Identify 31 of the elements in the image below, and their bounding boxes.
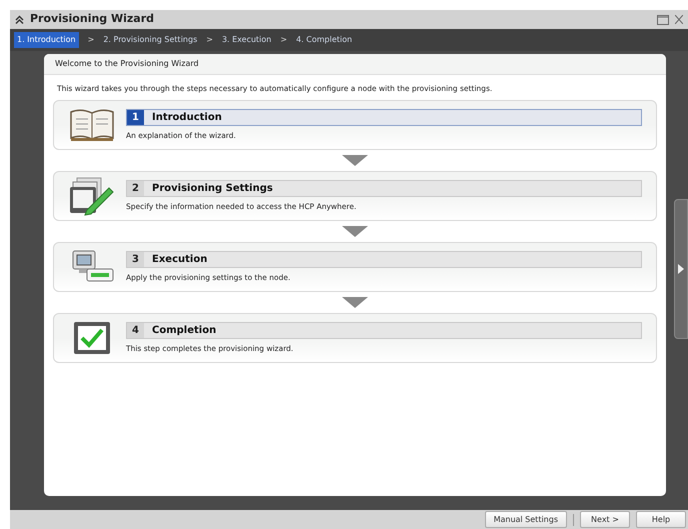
step-number: 2 — [127, 181, 144, 196]
book-icon — [69, 108, 115, 142]
step-number: 3 — [127, 252, 144, 268]
down-arrow-icon — [342, 226, 368, 238]
breadcrumb-step[interactable]: 2. Provisioning Settings — [103, 32, 198, 48]
window-title: Provisioning Wizard — [30, 11, 154, 28]
step-title: Introduction — [152, 111, 222, 126]
step-title: Provisioning Settings — [152, 182, 273, 196]
footer-button[interactable]: Manual Settings — [484, 511, 567, 528]
document-pencil-icon — [69, 176, 115, 216]
down-arrow-icon — [342, 297, 368, 308]
separator: > — [206, 34, 213, 46]
expand-icon — [678, 264, 684, 274]
down-arrow-icon — [342, 155, 368, 166]
maximize-icon[interactable] — [657, 14, 669, 24]
footer-button[interactable]: Next > — [580, 511, 630, 528]
breadcrumb-step[interactable]: 1. Introduction — [14, 32, 79, 48]
separator: > — [280, 34, 288, 46]
close-icon[interactable] — [675, 15, 683, 24]
step-title: Completion — [152, 324, 216, 338]
footer-button[interactable]: Help — [636, 511, 686, 528]
breadcrumb-step[interactable]: 3. Execution — [222, 32, 272, 48]
step-number: 1 — [127, 110, 144, 126]
side-panel-handle[interactable] — [674, 199, 688, 339]
collapse-icon[interactable] — [15, 15, 24, 24]
step-title: Execution — [152, 253, 208, 268]
breadcrumb-step[interactable]: 4. Completion — [296, 32, 352, 48]
separator: > — [88, 34, 94, 46]
checkbox-icon — [72, 320, 112, 356]
panel-title: Welcome to the Provisioning Wizard — [55, 58, 199, 70]
step-number: 4 — [127, 323, 144, 338]
